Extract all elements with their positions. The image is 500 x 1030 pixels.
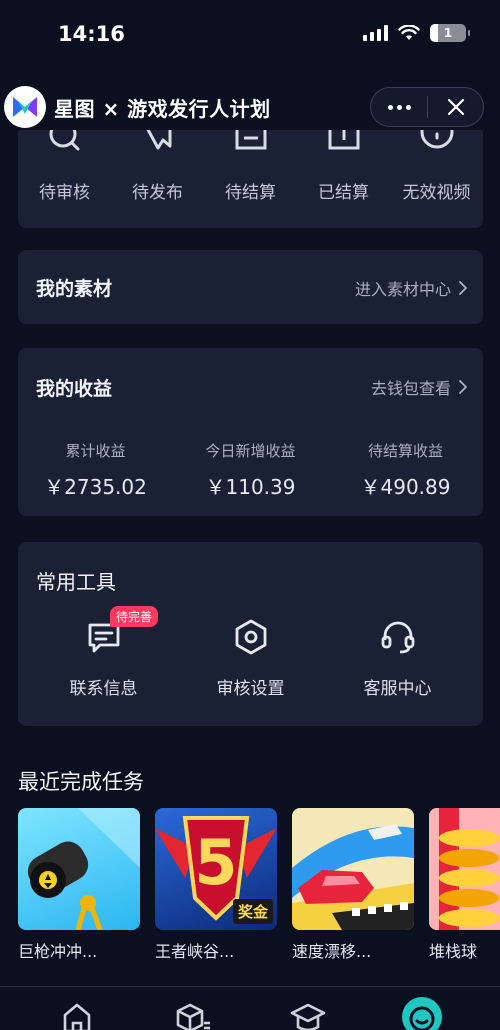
earnings-value: ￥490.89 bbox=[360, 475, 451, 499]
material-center-link-text: 进入素材中心 bbox=[354, 280, 451, 299]
tool-contact-info[interactable]: 待完善 联系信息 bbox=[30, 606, 177, 699]
tools-title: 常用工具 bbox=[36, 570, 116, 594]
signal-icon bbox=[363, 25, 388, 41]
materials-title: 我的素材 bbox=[36, 278, 113, 300]
earnings-pending: 待结算收益 ￥490.89 bbox=[328, 440, 483, 500]
task-card[interactable]: 堆栈球 bbox=[429, 808, 500, 962]
status-invalid-video[interactable]: 无效视频 bbox=[390, 130, 483, 228]
close-button[interactable] bbox=[428, 98, 483, 116]
game-art bbox=[27, 808, 140, 930]
incomplete-badge: 待完善 bbox=[110, 606, 159, 627]
status-label: 待审核 bbox=[39, 183, 90, 203]
game-thumb-number: 5 bbox=[194, 826, 238, 899]
wifi-icon bbox=[398, 25, 420, 40]
tool-label: 审核设置 bbox=[216, 679, 285, 699]
status-label: 待结算 bbox=[225, 183, 276, 203]
battery-level: 1 bbox=[443, 26, 453, 40]
common-tools-card: 常用工具 待完善 联系信息 审核设置 客服中心 bbox=[18, 542, 483, 726]
mini-app-header: 星图 × 游戏发行人计划 bbox=[0, 80, 500, 132]
game-thumb-tag: 奖金 bbox=[232, 899, 273, 924]
earnings-title: 我的收益 bbox=[36, 378, 113, 400]
status-settled[interactable]: 已结算 bbox=[297, 130, 390, 228]
tool-customer-service[interactable]: 客服中心 bbox=[324, 614, 471, 699]
status-icons: 1 bbox=[363, 24, 470, 42]
chevron-right-icon bbox=[459, 281, 467, 295]
more-button[interactable] bbox=[371, 104, 427, 110]
document-check-icon bbox=[328, 130, 359, 150]
settings-hex-icon bbox=[235, 619, 266, 655]
mini-program-capsule bbox=[370, 87, 484, 127]
game-thumbnail bbox=[429, 808, 500, 930]
earnings-value: ￥2735.02 bbox=[44, 475, 147, 499]
task-card[interactable]: 5 奖金 王者峡谷... bbox=[155, 808, 277, 962]
game-art bbox=[429, 808, 500, 930]
document-icon bbox=[235, 130, 266, 150]
earnings-label: 累计收益 bbox=[65, 442, 126, 460]
profile-tab[interactable] bbox=[402, 997, 442, 1030]
task-card[interactable]: 巨枪冲冲... bbox=[18, 808, 140, 962]
star-icon bbox=[145, 130, 171, 150]
headset-icon bbox=[381, 621, 414, 654]
wallet-link-text: 去钱包查看 bbox=[370, 379, 451, 398]
recent-tasks-title: 最近完成任务 bbox=[18, 770, 144, 794]
earnings-total: 累计收益 ￥2735.02 bbox=[18, 440, 173, 500]
game-thumbnail: 5 奖金 bbox=[155, 808, 277, 930]
status-pending-publish[interactable]: 待发布 bbox=[111, 130, 204, 228]
status-time: 14:16 bbox=[58, 22, 125, 46]
search-icon bbox=[49, 130, 79, 151]
status-pending-settlement[interactable]: 待结算 bbox=[204, 130, 297, 228]
xingtu-logo-icon bbox=[13, 97, 37, 117]
invalid-icon bbox=[420, 130, 453, 149]
tool-label: 客服中心 bbox=[363, 679, 432, 699]
my-materials-card[interactable]: 我的素材 进入素材中心 bbox=[18, 250, 483, 324]
battery-icon: 1 bbox=[430, 24, 470, 42]
graduation-cap-icon[interactable] bbox=[290, 1001, 326, 1030]
profile-face-icon bbox=[409, 1006, 435, 1030]
chevron-right-icon bbox=[459, 380, 467, 394]
material-center-link[interactable]: 进入素材中心 bbox=[355, 276, 467, 300]
task-name: 速度漂移... bbox=[292, 942, 372, 961]
task-name: 巨枪冲冲... bbox=[18, 942, 98, 961]
task-name: 王者峡谷... bbox=[155, 942, 235, 961]
my-earnings-card: 我的收益 去钱包查看 累计收益 ￥2735.02 今日新增收益 ￥110.39 … bbox=[18, 348, 483, 516]
header-title: 星图 × 游戏发行人计划 bbox=[54, 97, 271, 121]
earnings-value: ￥110.39 bbox=[205, 475, 296, 499]
earnings-label: 待结算收益 bbox=[367, 442, 443, 460]
tool-review-settings[interactable]: 审核设置 bbox=[177, 614, 324, 699]
status-label: 待发布 bbox=[132, 183, 183, 203]
status-bar: 14:16 1 bbox=[0, 0, 500, 70]
recent-tasks-list[interactable]: 巨枪冲冲... 5 奖金 王者峡谷... 速度漂移... 堆栈球 bbox=[18, 808, 500, 968]
task-name: 堆栈球 bbox=[429, 942, 478, 961]
status-label: 已结算 bbox=[318, 183, 369, 203]
video-status-card: 待审核 待发布 待结算 已结算 无效视频 bbox=[18, 130, 483, 228]
home-icon[interactable] bbox=[62, 1001, 92, 1030]
earnings-today: 今日新增收益 ￥110.39 bbox=[173, 440, 328, 500]
box-list-icon[interactable] bbox=[176, 1001, 210, 1030]
earnings-label: 今日新增收益 bbox=[205, 442, 296, 460]
app-logo bbox=[4, 86, 46, 128]
bottom-navigation bbox=[0, 986, 500, 1030]
status-pending-review[interactable]: 待审核 bbox=[18, 130, 111, 228]
game-thumbnail bbox=[18, 808, 140, 930]
game-art bbox=[292, 824, 414, 930]
game-thumbnail bbox=[292, 808, 414, 930]
task-card[interactable]: 速度漂移... bbox=[292, 808, 414, 962]
status-label: 无效视频 bbox=[402, 183, 471, 203]
tool-label: 联系信息 bbox=[69, 679, 138, 699]
close-icon bbox=[447, 98, 464, 116]
wallet-link[interactable]: 去钱包查看 bbox=[371, 375, 467, 399]
